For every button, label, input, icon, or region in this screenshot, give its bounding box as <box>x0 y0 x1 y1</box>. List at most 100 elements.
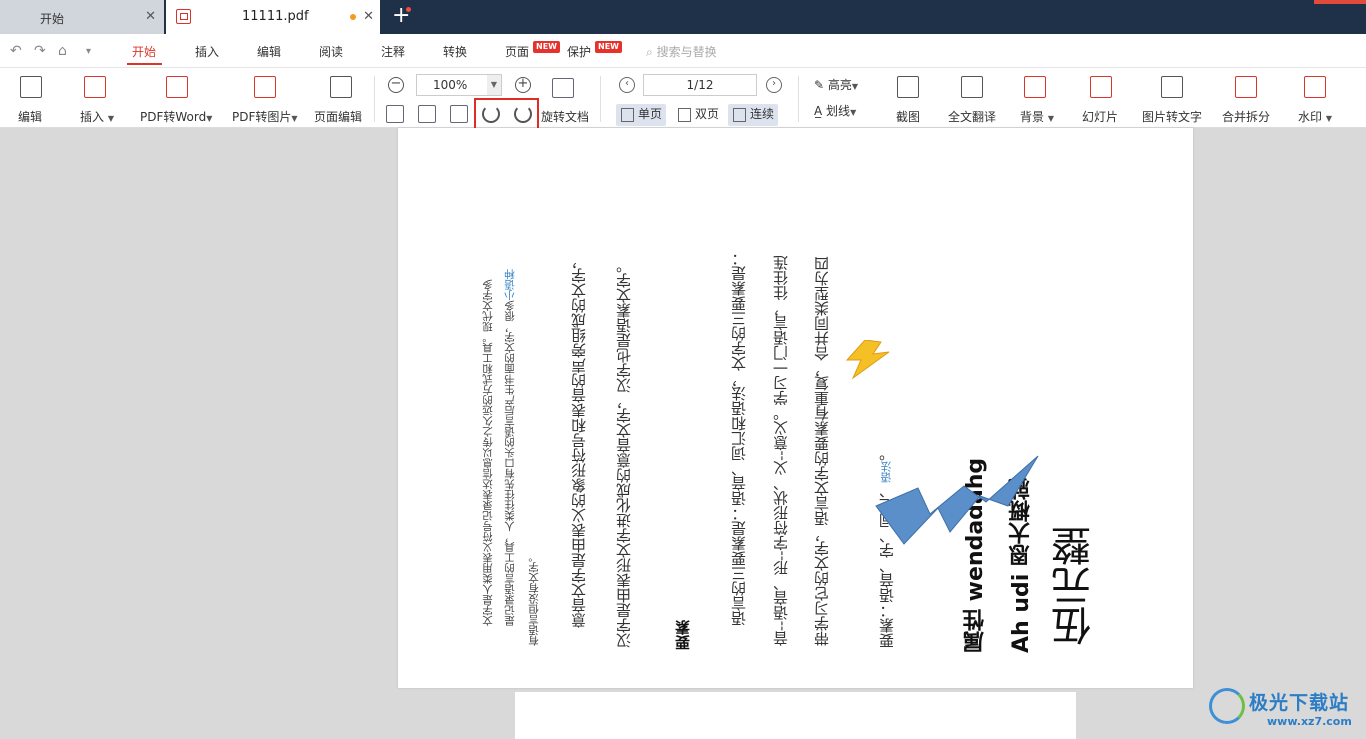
text-line: 音--语音、形--字符形状、义--意义。学习一门语言，往往连 <box>772 255 790 646</box>
edit-button[interactable]: 编辑 <box>8 68 54 128</box>
tab-document[interactable]: 11111.pdf ✕ <box>166 0 380 34</box>
chevron-down-icon: ▼ <box>850 108 857 117</box>
home-icon[interactable]: ⌂ <box>58 43 67 59</box>
menu-annotate[interactable]: 注释 <box>381 43 405 60</box>
new-badge: NEW <box>533 41 560 53</box>
toolbar: 编辑 插入 ▼ PDF转Word▼ PDF转图片▼ 页面编辑 − 100% ▼ … <box>0 68 1366 128</box>
menu-edit[interactable]: 编辑 <box>257 43 281 60</box>
menu-protect[interactable]: 保护 <box>567 43 591 60</box>
chevron-down-icon[interactable]: ▾ <box>86 46 91 57</box>
pdf-icon <box>176 9 191 24</box>
rotate-document-icon[interactable] <box>552 78 574 98</box>
double-page-button[interactable]: 双页 <box>673 104 723 126</box>
close-icon[interactable]: ✕ <box>145 9 156 24</box>
next-document-page <box>515 692 1076 739</box>
new-badge: NEW <box>595 41 622 53</box>
image-to-text-button[interactable]: 图片转文字 <box>1140 68 1204 128</box>
highlighter-icon: ✎ <box>814 78 825 92</box>
text-line: 是记录语言的工具，人类往往先有口头的语言后产生书面的文字，很多小语种 <box>502 166 517 626</box>
watermark-url: www.xz7.com <box>1267 715 1352 728</box>
search-input[interactable]: ⌕ 搜索与替换 <box>646 43 717 60</box>
notification-dot-icon <box>406 7 411 12</box>
single-page-icon <box>621 108 634 122</box>
full-translate-button[interactable]: 全文翻译 <box>946 68 998 128</box>
menu-start[interactable]: 开始 <box>132 43 156 60</box>
divider <box>798 76 799 122</box>
background-label: 背景 <box>1020 110 1045 124</box>
window-close-button[interactable] <box>1314 0 1366 4</box>
menu-bar: ↶ ↷ ⌂ ▾ 开始 插入 编辑 阅读 注释 转换 页面 NEW 保护 NEW … <box>0 34 1366 68</box>
background-button[interactable]: 背景 ▼ <box>1018 68 1066 128</box>
redo-icon[interactable]: ↷ <box>34 43 46 59</box>
divider <box>374 76 375 122</box>
insert-button[interactable]: 插入 ▼ <box>74 68 130 128</box>
pdf-to-image-button[interactable]: PDF转图片▼ <box>230 68 306 128</box>
chevron-down-icon: ▼ <box>206 114 213 123</box>
zoom-in-icon[interactable]: + <box>515 77 531 93</box>
page-edit-button[interactable]: 页面编辑 <box>314 68 366 128</box>
lightning-icon <box>845 340 890 380</box>
tab-home[interactable]: 开始 ✕ <box>0 0 164 34</box>
strikethrough-button[interactable]: A̲ 划线▼ <box>814 102 856 119</box>
continuous-icon <box>733 108 746 122</box>
zoom-select[interactable]: 100% ▼ <box>416 74 502 96</box>
highlight-button[interactable]: ✎ 高亮▼ <box>814 76 858 93</box>
zoom-out-icon[interactable]: − <box>388 77 404 93</box>
small-language-link[interactable]: 小语种 <box>504 269 516 301</box>
watermark-title: 极光下载站 <box>1249 692 1350 714</box>
paint-bucket-icon <box>1024 76 1046 98</box>
page-edit-label: 页面编辑 <box>314 110 363 124</box>
ocr-icon <box>1161 76 1183 98</box>
single-page-button[interactable]: 单页 <box>616 104 667 126</box>
chevron-down-icon[interactable]: ▼ <box>487 75 501 95</box>
site-watermark: 极光下载站 www.xz7.com <box>1205 686 1363 736</box>
slideshow-label: 幻灯片 <box>1082 110 1119 124</box>
watermark-label: 水印 <box>1298 110 1323 124</box>
pdf-to-word-label: PDF转Word <box>140 110 207 124</box>
text-line: 文字是人类用表义符号记录表达信息以传之久远的方式和工具。现代文字多 <box>482 279 494 627</box>
lightning-shape <box>875 455 1039 545</box>
slideshow-button[interactable]: 幻灯片 <box>1080 68 1122 128</box>
edit-label: 编辑 <box>18 110 43 124</box>
text-line: 语言的三要素是：语音、词汇和语法，文字的三要素是： <box>730 251 748 626</box>
pdf-to-word-button[interactable]: PDF转Word▼ <box>138 68 220 128</box>
next-page-icon[interactable]: › <box>766 77 782 93</box>
continuous-button[interactable]: 连续 <box>728 104 779 126</box>
aurora-logo-icon <box>1209 688 1245 724</box>
insert-icon <box>84 76 106 98</box>
large-text-line: 伍元整 <box>1052 526 1098 646</box>
fit-page-icon[interactable] <box>418 105 436 123</box>
full-translate-label: 全文翻译 <box>948 110 997 124</box>
merge-split-button[interactable]: 合并拆分 <box>1220 68 1272 128</box>
actual-size-icon[interactable] <box>386 105 404 123</box>
insert-label: 插入 <box>80 110 105 124</box>
undo-icon[interactable]: ↶ <box>10 43 22 59</box>
page-number-input[interactable]: 1/12 <box>643 74 757 96</box>
watermark-button[interactable]: 水印 ▼ <box>1296 68 1344 128</box>
section-heading: 要素 <box>674 620 692 650</box>
menu-page[interactable]: 页面 <box>505 43 529 60</box>
strikethrough-icon: A̲ <box>814 104 823 118</box>
screenshot-icon <box>897 76 919 98</box>
rotate-document-label[interactable]: 旋转文档 <box>541 108 589 125</box>
text-line: 汉字是由表形文字进化成的意音文字，汉字也是语素文字。 <box>615 258 633 648</box>
previous-page-icon[interactable]: ‹ <box>619 77 635 93</box>
menu-insert[interactable]: 插入 <box>195 43 219 60</box>
chevron-down-icon: ▼ <box>291 114 298 123</box>
close-icon[interactable]: ✕ <box>363 9 374 24</box>
document-page: 文字是人类用表义符号记录表达信息以传之久远的方式和工具。现代文字多 是记录语言的… <box>398 128 1193 688</box>
text-line: 带学习它的文字，语言文字的要素有重复，合并同类型为四 <box>813 256 831 646</box>
active-menu-indicator <box>127 63 162 65</box>
word-icon <box>166 76 188 98</box>
chevron-down-icon: ▼ <box>851 82 859 91</box>
screenshot-button[interactable]: 截图 <box>890 68 926 128</box>
strikethrough-label: 划线 <box>826 104 851 118</box>
image-icon <box>254 76 276 98</box>
menu-read[interactable]: 阅读 <box>319 43 343 60</box>
edit-icon <box>20 76 42 98</box>
text-span: 是记录语言的工具，人类往往先有口头的语言后产生书面的文字，很多 <box>504 300 516 627</box>
menu-convert[interactable]: 转换 <box>443 43 467 60</box>
watermark-icon <box>1304 76 1326 98</box>
fit-width-icon[interactable] <box>450 105 468 123</box>
single-page-label: 单页 <box>638 107 663 121</box>
